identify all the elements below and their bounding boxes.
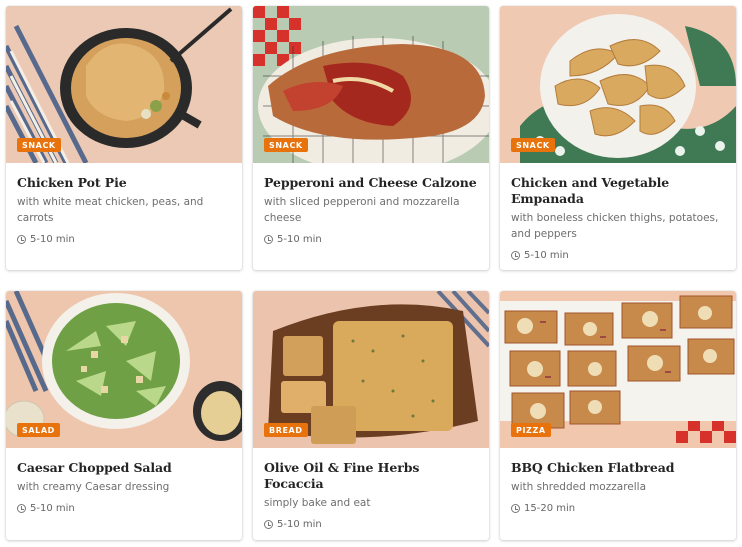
- meal-card-chicken-pot-pie[interactable]: SNACK Chicken Pot Pie with white meat ch…: [6, 6, 242, 270]
- meal-image[interactable]: SNACK: [253, 6, 489, 163]
- prep-time: 5-10 min: [511, 250, 725, 261]
- prep-time-label: 5-10 min: [30, 234, 75, 245]
- category-tag: SALAD: [17, 423, 60, 437]
- category-tag: SNACK: [17, 138, 61, 152]
- meal-title[interactable]: Olive Oil & Fine Herbs Focaccia: [264, 460, 478, 492]
- meal-card-empanada[interactable]: SNACK Chicken and Vegetable Empanada wit…: [500, 6, 736, 270]
- meal-card-calzone[interactable]: SNACK Pepperoni and Cheese Calzone with …: [253, 6, 489, 270]
- clock-icon: [17, 235, 26, 244]
- meal-image[interactable]: BREAD: [253, 291, 489, 448]
- meal-subtitle: with sliced pepperoni and mozzarella che…: [264, 196, 460, 224]
- prep-time: 5-10 min: [17, 234, 231, 245]
- category-tag: BREAD: [264, 423, 308, 437]
- meal-image[interactable]: SNACK: [6, 6, 242, 163]
- clock-icon: [264, 235, 273, 244]
- clock-icon: [264, 520, 273, 529]
- prep-time: 15-20 min: [511, 503, 725, 514]
- meal-subtitle: with boneless chicken thighs, potatoes, …: [511, 212, 719, 240]
- meal-title[interactable]: BBQ Chicken Flatbread: [511, 460, 725, 476]
- meal-title[interactable]: Chicken and Vegetable Empanada: [511, 175, 725, 207]
- clock-icon: [511, 251, 520, 260]
- meal-subtitle: with shredded mozzarella: [511, 481, 647, 493]
- category-tag: SNACK: [264, 138, 308, 152]
- prep-time-label: 15-20 min: [524, 503, 576, 514]
- meal-card-bbq-flatbread[interactable]: PIZZA BBQ Chicken Flatbread with shredde…: [500, 291, 736, 540]
- clock-icon: [511, 504, 520, 513]
- prep-time-label: 5-10 min: [524, 250, 569, 261]
- prep-time-label: 5-10 min: [277, 234, 322, 245]
- meal-title[interactable]: Caesar Chopped Salad: [17, 460, 231, 476]
- meal-title[interactable]: Chicken Pot Pie: [17, 175, 231, 191]
- prep-time: 5-10 min: [17, 503, 231, 514]
- meal-title[interactable]: Pepperoni and Cheese Calzone: [264, 175, 478, 191]
- prep-time: 5-10 min: [264, 519, 478, 530]
- meal-grid: SNACK Chicken Pot Pie with white meat ch…: [0, 0, 742, 547]
- meal-image[interactable]: SNACK: [500, 6, 736, 163]
- prep-time-label: 5-10 min: [30, 503, 75, 514]
- meal-subtitle: with white meat chicken, peas, and carro…: [17, 196, 204, 224]
- prep-time: 5-10 min: [264, 234, 478, 245]
- category-tag: PIZZA: [511, 423, 551, 437]
- category-tag: SNACK: [511, 138, 555, 152]
- meal-card-caesar-salad[interactable]: SALAD Caesar Chopped Salad with creamy C…: [6, 291, 242, 540]
- meal-image[interactable]: PIZZA: [500, 291, 736, 448]
- meal-subtitle: simply bake and eat: [264, 497, 371, 509]
- meal-card-focaccia[interactable]: BREAD Olive Oil & Fine Herbs Focaccia si…: [253, 291, 489, 540]
- prep-time-label: 5-10 min: [277, 519, 322, 530]
- meal-subtitle: with creamy Caesar dressing: [17, 481, 170, 493]
- meal-image[interactable]: SALAD: [6, 291, 242, 448]
- clock-icon: [17, 504, 26, 513]
